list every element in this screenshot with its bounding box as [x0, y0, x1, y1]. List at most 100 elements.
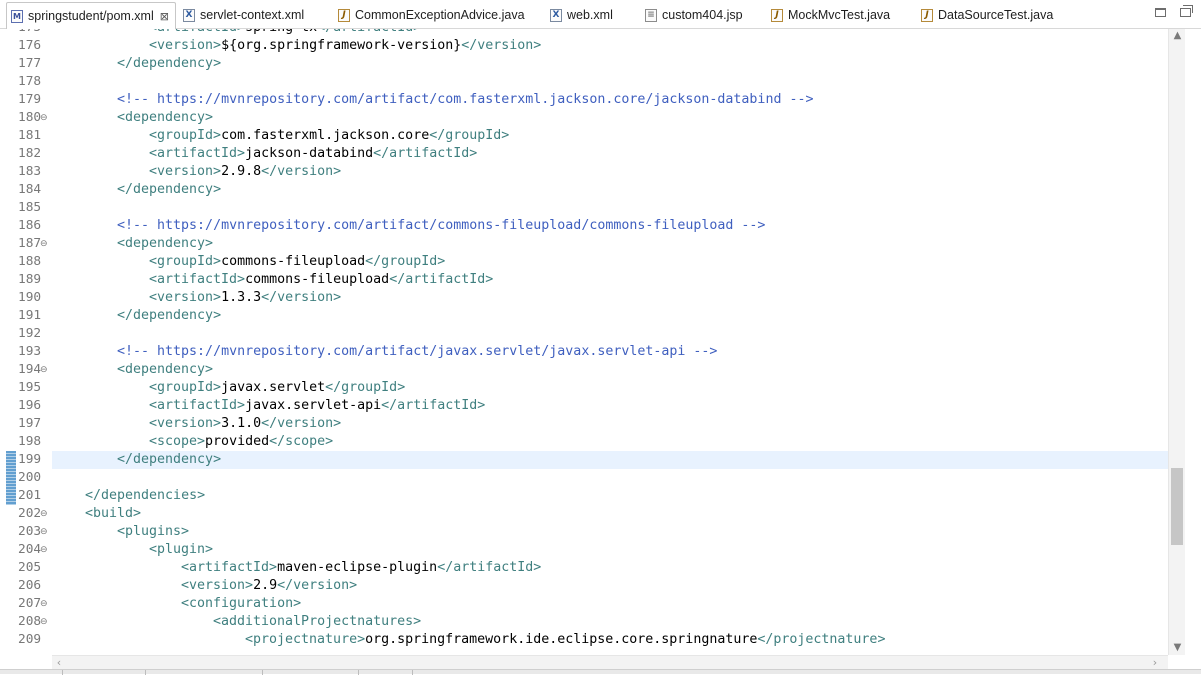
code-line[interactable]: <version>2.9.8</version> [52, 163, 1168, 181]
tab-label: CommonExceptionAdvice.java [355, 8, 525, 22]
editor-bottom-tabs-strip [0, 669, 1201, 675]
xml-text: 2.9.8 [221, 164, 262, 179]
current-code-line[interactable]: </dependency> [52, 451, 1168, 469]
code-line[interactable]: <artifactId>javax.servlet-api</artifactI… [52, 397, 1168, 415]
code-line[interactable]: </dependencies> [52, 487, 1168, 505]
line-number: 180 ⊖ [0, 109, 52, 127]
code-line[interactable]: <artifactId>jackson-databind</artifactId… [52, 145, 1168, 163]
code-line[interactable] [52, 73, 1168, 91]
code-line[interactable]: <version>2.9</version> [52, 577, 1168, 595]
line-number: 179 [0, 91, 52, 109]
fold-collapse-icon[interactable]: ⊖ [40, 523, 48, 541]
xml-file-icon: X [183, 8, 195, 22]
scroll-up-icon[interactable]: ▲ [1169, 29, 1186, 43]
code-line[interactable]: <!-- https://mvnrepository.com/artifact/… [52, 343, 1168, 361]
code-line[interactable]: <!-- https://mvnrepository.com/artifact/… [52, 91, 1168, 109]
line-number-text: 201 [18, 488, 42, 503]
fold-collapse-icon[interactable]: ⊖ [40, 235, 48, 253]
xml-tag: <artifactId> [149, 29, 245, 35]
code-line[interactable] [52, 469, 1168, 487]
code-line[interactable]: <plugins> [52, 523, 1168, 541]
close-tab-icon[interactable]: ⊠ [160, 10, 169, 23]
code-line[interactable]: <dependency> [52, 235, 1168, 253]
code-line[interactable]: <artifactId>maven-eclipse-plugin</artifa… [52, 559, 1168, 577]
code-line[interactable]: <version>1.3.3</version> [52, 289, 1168, 307]
tab-datasourcetest-java[interactable]: J DataSourceTest.java [921, 4, 1053, 26]
code-line[interactable]: <configuration> [52, 595, 1168, 613]
maximize-icon[interactable] [1180, 5, 1193, 17]
code-line[interactable]: </dependency> [52, 307, 1168, 325]
tab-mockmvctest-java[interactable]: J MockMvcTest.java [771, 4, 890, 26]
code-line[interactable]: </dependency> [52, 181, 1168, 199]
xml-source-editor[interactable]: 175176177178179180⊖181182183184185186187… [0, 29, 1201, 655]
change-marker [6, 469, 16, 487]
code-line[interactable]: <dependency> [52, 109, 1168, 127]
code-text-area[interactable]: <artifactId>spring-tx</artifactId><versi… [52, 29, 1168, 655]
code-line[interactable] [52, 199, 1168, 217]
minimize-icon[interactable] [1155, 8, 1166, 17]
xml-tag: </scope> [269, 434, 334, 449]
tab-web-xml[interactable]: Xweb.xml [550, 4, 613, 26]
code-line[interactable]: <artifactId>commons-fileupload</artifact… [52, 271, 1168, 289]
code-line[interactable]: <additionalProjectnatures> [52, 613, 1168, 631]
line-number: 181 [0, 127, 52, 145]
line-number: 194 ⊖ [0, 361, 52, 379]
tab-servlet-context-xml[interactable]: Xservlet-context.xml [183, 4, 304, 26]
fold-collapse-icon[interactable]: ⊖ [40, 109, 48, 127]
tab-custom404-jsp[interactable]: ≡ custom404.jsp [645, 4, 743, 26]
fold-collapse-icon[interactable]: ⊖ [40, 613, 48, 631]
fold-collapse-icon[interactable]: ⊖ [40, 361, 48, 379]
xml-tag: </artifactId> [437, 560, 542, 575]
xml-tag: <additionalProjectnatures> [213, 614, 422, 629]
line-number: 207 ⊖ [0, 595, 52, 613]
java-file-icon: J [338, 8, 350, 22]
editor-tab-bar: Mspringstudent/pom.xml ⊠ Xservlet-context.… [0, 0, 1201, 29]
code-line[interactable]: <build> [52, 505, 1168, 523]
code-line[interactable]: <version>3.1.0</version> [52, 415, 1168, 433]
code-line[interactable]: <dependency> [52, 361, 1168, 379]
horizontal-scrollbar[interactable]: ‹ › [52, 655, 1168, 669]
line-number-text: 180 [18, 110, 42, 125]
tab-commonexceptionadvice-java[interactable]: J CommonExceptionAdvice.java [338, 4, 525, 26]
line-number-ruler: 175176177178179180⊖181182183184185186187… [0, 29, 52, 655]
fold-collapse-icon[interactable]: ⊖ [40, 505, 48, 523]
code-line[interactable]: <projectnature>org.springframework.ide.e… [52, 631, 1168, 649]
code-line[interactable]: <!-- https://mvnrepository.com/artifact/… [52, 217, 1168, 235]
code-line[interactable]: <groupId>com.fasterxml.jackson.core</gro… [52, 127, 1168, 145]
code-line[interactable]: <plugin> [52, 541, 1168, 559]
scroll-down-icon[interactable]: ▼ [1169, 641, 1186, 655]
code-line[interactable]: <scope>provided</scope> [52, 433, 1168, 451]
code-line[interactable]: <groupId>javax.servlet</groupId> [52, 379, 1168, 397]
xml-text: com.fasterxml.jackson.core [221, 128, 430, 143]
code-line[interactable] [52, 325, 1168, 343]
xml-file-icon: X [550, 8, 562, 22]
line-number: 198 [0, 433, 52, 451]
xml-tag: </artifactId> [381, 398, 486, 413]
line-number-text: 196 [18, 398, 42, 413]
scroll-right-icon[interactable]: › [1148, 656, 1162, 670]
line-number-text: 195 [18, 380, 42, 395]
xml-tag: </artifactId> [389, 272, 494, 287]
xml-tag: <plugins> [117, 524, 190, 539]
xml-tag: </dependencies> [85, 488, 206, 503]
xml-tag: <artifactId> [149, 146, 246, 161]
line-number: 190 [0, 289, 52, 307]
fold-collapse-icon[interactable]: ⊖ [40, 541, 48, 559]
vertical-scrollbar[interactable]: ▲ ▼ [1168, 29, 1185, 655]
code-line[interactable]: <version>${org.springframework-version}<… [52, 37, 1168, 55]
code-line[interactable]: </dependency> [52, 55, 1168, 73]
line-number: 196 [0, 397, 52, 415]
line-number-text: 183 [18, 164, 42, 179]
xml-text: ${org.springframework-version} [221, 38, 462, 53]
tab-springstudent-pom-xml[interactable]: Mspringstudent/pom.xml ⊠ [6, 2, 176, 29]
fold-collapse-icon[interactable]: ⊖ [40, 595, 48, 613]
code-line[interactable]: <groupId>commons-fileupload</groupId> [52, 253, 1168, 271]
line-number: 201 [0, 487, 52, 505]
xml-tag: <dependency> [117, 110, 214, 125]
xml-tag: </artifactId> [317, 29, 421, 35]
xml-tag: <dependency> [117, 236, 214, 251]
code-line[interactable]: <artifactId>spring-tx</artifactId> [52, 29, 1168, 37]
vertical-scroll-thumb[interactable] [1171, 467, 1183, 546]
line-number: 195 [0, 379, 52, 397]
scroll-left-icon[interactable]: ‹ [52, 656, 66, 670]
